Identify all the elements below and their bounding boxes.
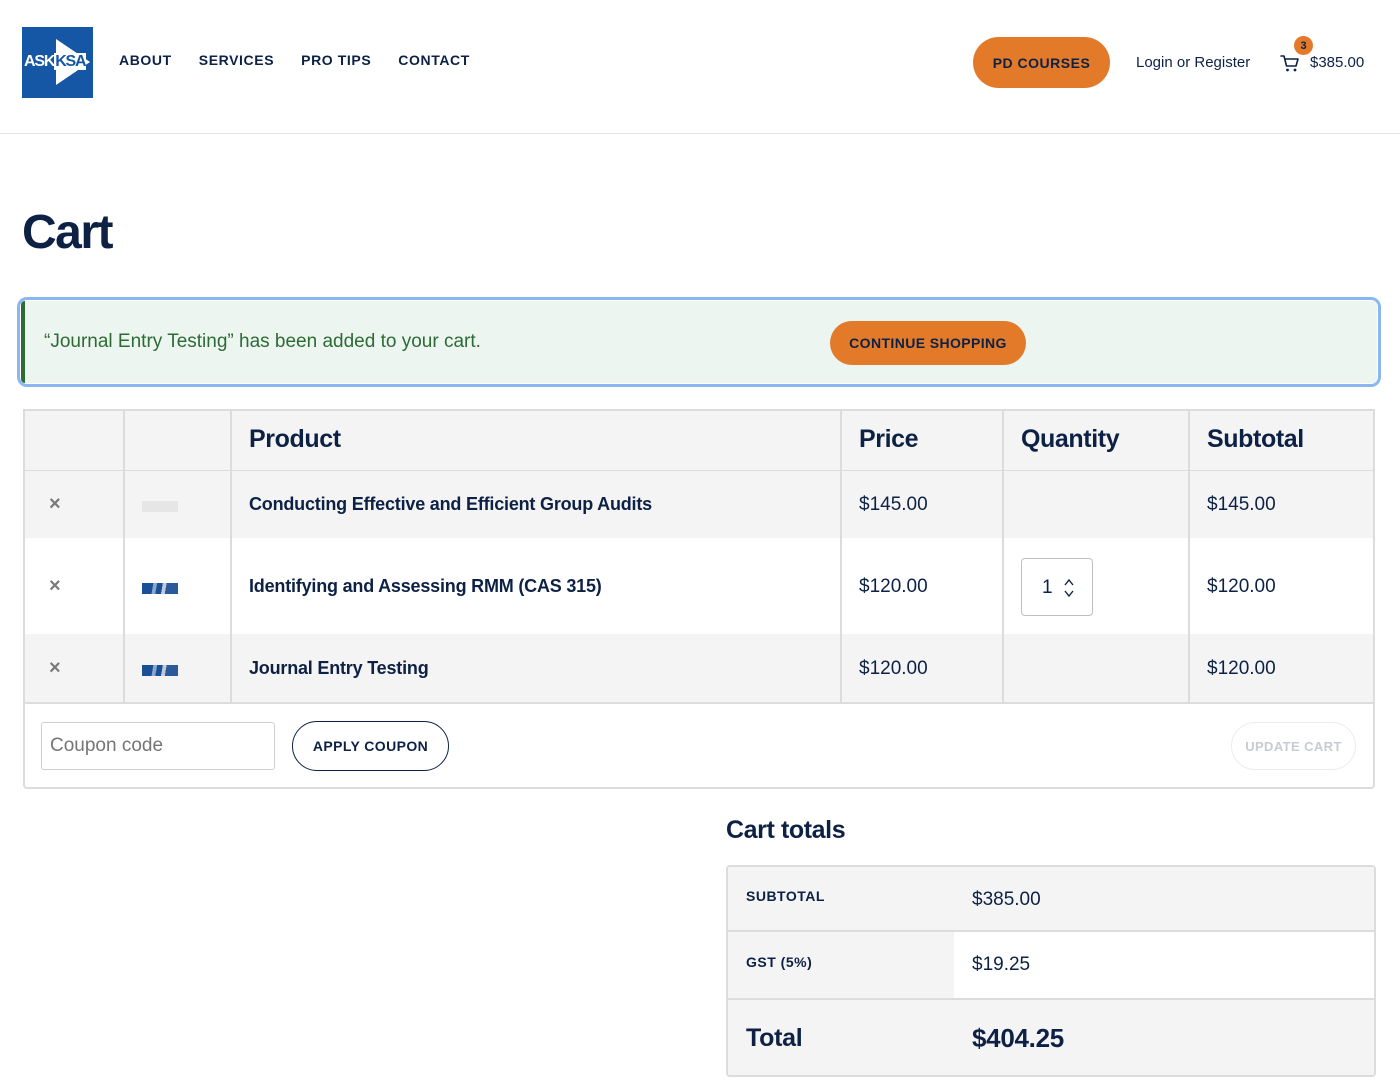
totals-row: GST (5%) $19.25 bbox=[728, 932, 1374, 1000]
table-row bbox=[23, 471, 1375, 540]
product-name-link[interactable]: Identifying and Assessing RMM (CAS 315) bbox=[249, 576, 602, 597]
continue-shopping-button[interactable]: CONTINUE SHOPPING bbox=[830, 321, 1026, 365]
cart-totals-heading: Cart totals bbox=[726, 816, 846, 844]
product-subtotal: $145.00 bbox=[1207, 494, 1276, 515]
column-divider bbox=[840, 409, 842, 704]
product-thumbnail[interactable] bbox=[142, 583, 178, 594]
product-price: $145.00 bbox=[859, 494, 928, 515]
cart-count-badge: 3 bbox=[1294, 36, 1313, 55]
table-header-row bbox=[23, 409, 1375, 472]
product-price: $120.00 bbox=[859, 658, 928, 679]
column-header-price: Price bbox=[859, 425, 919, 453]
quantity-value[interactable]: 1 bbox=[1042, 577, 1053, 599]
totals-row: SUBTOTAL $385.00 bbox=[728, 867, 1374, 932]
notice-message: “Journal Entry Testing” has been added t… bbox=[44, 331, 481, 352]
table-row bbox=[23, 634, 1375, 704]
product-name-link[interactable]: Journal Entry Testing bbox=[249, 658, 429, 679]
product-name-link[interactable]: Conducting Effective and Efficient Group… bbox=[249, 494, 652, 515]
cart-totals-table: SUBTOTAL $385.00 GST (5%) $19.25 Total $… bbox=[726, 865, 1376, 1077]
totals-row: Total $404.25 bbox=[728, 1000, 1374, 1075]
login-register-link[interactable]: Login or Register bbox=[1136, 54, 1250, 71]
gst-label: GST (5%) bbox=[746, 954, 813, 970]
product-subtotal: $120.00 bbox=[1207, 576, 1276, 597]
column-divider bbox=[1188, 409, 1190, 704]
subtotal-value: $385.00 bbox=[972, 889, 1041, 910]
nav-about[interactable]: ABOUT bbox=[119, 52, 172, 68]
cart-icon[interactable] bbox=[1280, 53, 1300, 73]
product-subtotal: $120.00 bbox=[1207, 658, 1276, 679]
main-nav: ABOUT SERVICES PRO TIPS CONTACT bbox=[119, 52, 470, 68]
product-thumbnail[interactable] bbox=[142, 501, 178, 512]
remove-item-close-icon[interactable]: × bbox=[49, 657, 61, 680]
total-label: Total bbox=[746, 1024, 803, 1052]
subtotal-label: SUBTOTAL bbox=[746, 888, 825, 904]
product-price: $120.00 bbox=[859, 576, 928, 597]
table-row bbox=[23, 538, 1375, 636]
column-header-subtotal: Subtotal bbox=[1207, 425, 1304, 453]
logo-text: ASKKSA bbox=[24, 53, 87, 70]
askksa-logo[interactable]: ASKKSA bbox=[22, 27, 93, 98]
column-divider bbox=[1002, 409, 1004, 704]
coupon-code-input[interactable] bbox=[41, 722, 275, 770]
header-cart-total[interactable]: $385.00 bbox=[1310, 54, 1364, 71]
total-value: $404.25 bbox=[972, 1023, 1064, 1053]
column-header-product: Product bbox=[249, 425, 341, 453]
spinner-arrows-icon[interactable] bbox=[1063, 577, 1075, 599]
nav-contact[interactable]: CONTACT bbox=[398, 52, 470, 68]
update-cart-button[interactable]: UPDATE CART bbox=[1231, 722, 1356, 770]
column-divider bbox=[123, 409, 125, 704]
column-divider bbox=[230, 409, 232, 704]
column-header-quantity: Quantity bbox=[1021, 425, 1120, 453]
apply-coupon-button[interactable]: APPLY COUPON bbox=[292, 721, 449, 771]
remove-item-close-icon[interactable]: × bbox=[49, 493, 61, 516]
page-title: Cart bbox=[22, 206, 114, 259]
product-thumbnail[interactable] bbox=[142, 665, 178, 676]
nav-pro-tips[interactable]: PRO TIPS bbox=[301, 52, 371, 68]
pd-courses-button[interactable]: PD COURSES bbox=[973, 37, 1110, 88]
nav-services[interactable]: SERVICES bbox=[199, 52, 274, 68]
remove-item-close-icon[interactable]: × bbox=[49, 575, 61, 598]
quantity-stepper[interactable]: 1 bbox=[1021, 558, 1093, 616]
gst-value: $19.25 bbox=[972, 954, 1031, 975]
